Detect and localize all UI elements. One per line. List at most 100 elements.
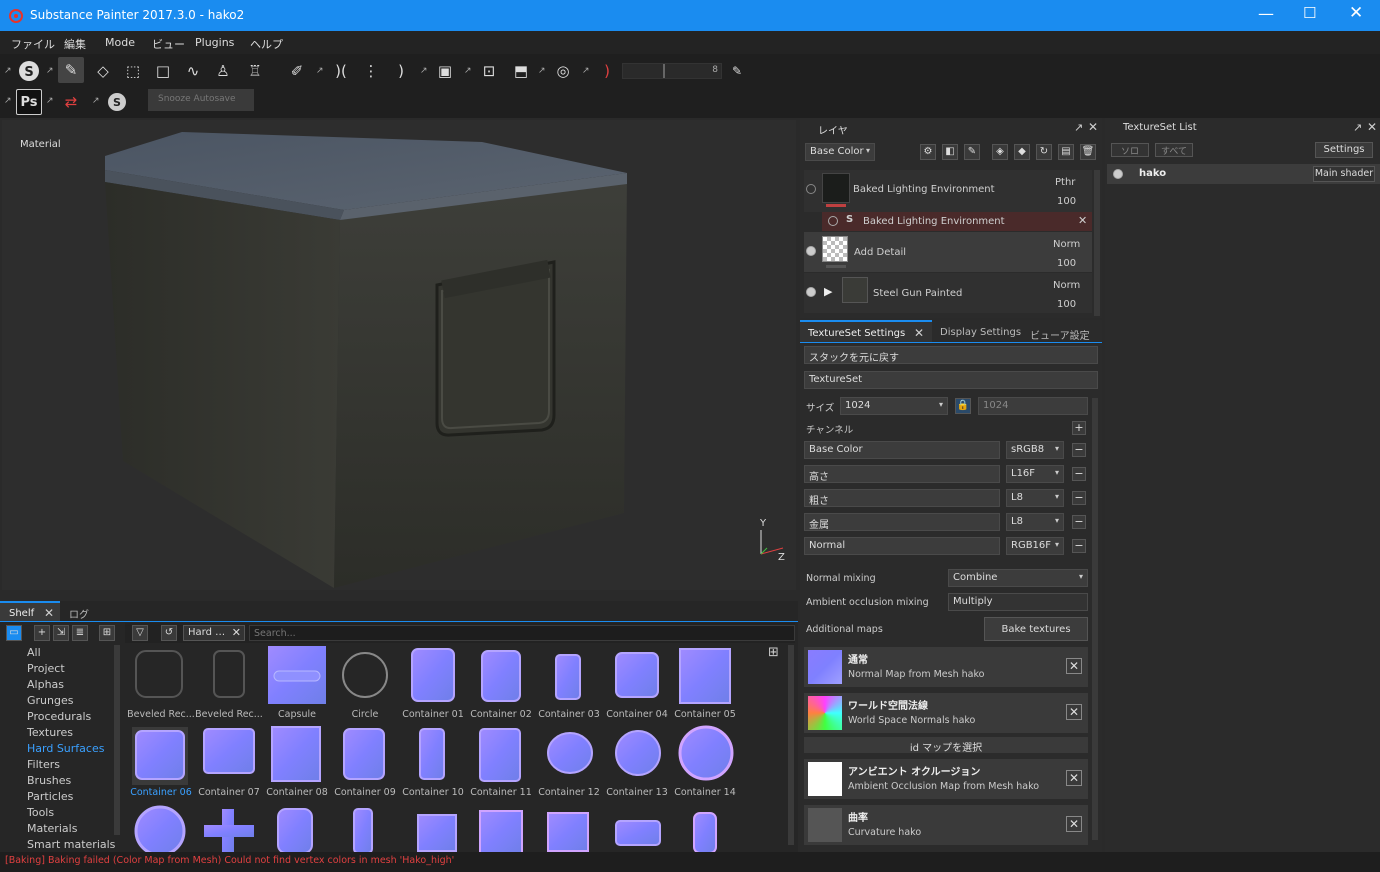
layer-opacity[interactable]: 100 bbox=[1057, 196, 1076, 207]
paint-brush-icon[interactable]: ✎ bbox=[58, 57, 84, 83]
detach-icon[interactable]: ↗ bbox=[316, 66, 326, 76]
shelf-category[interactable]: All bbox=[27, 646, 41, 659]
shelf-category-selected[interactable]: Hard Surfaces bbox=[27, 742, 104, 755]
channel-select[interactable]: Base Color bbox=[805, 143, 875, 161]
close-icon[interactable]: ✕ bbox=[1367, 120, 1377, 134]
solo-button[interactable]: ソロ bbox=[1111, 143, 1149, 157]
shelf-item-label[interactable]: Circle bbox=[330, 709, 400, 720]
remove-channel-icon[interactable]: − bbox=[1072, 443, 1086, 457]
close-icon[interactable]: ✕ bbox=[914, 326, 924, 340]
symmetry-axis-icon[interactable]: ⋮ bbox=[358, 58, 384, 84]
shelf-item-label[interactable]: Beveled Rec... bbox=[126, 709, 196, 720]
projection-icon[interactable]: ⬚ bbox=[120, 58, 146, 84]
category-scrollbar[interactable] bbox=[114, 645, 120, 835]
maximize-icon[interactable]: ☐ bbox=[1303, 4, 1316, 22]
settings-button[interactable]: Settings bbox=[1315, 142, 1373, 158]
filter-tag[interactable]: Hard … ✕ bbox=[183, 625, 245, 641]
menu-plugins[interactable]: Plugins bbox=[195, 36, 234, 49]
close-icon[interactable]: ✕ bbox=[1066, 658, 1082, 674]
menu-help[interactable]: ヘルプ bbox=[250, 36, 283, 52]
reset-filter-icon[interactable]: ↺ bbox=[161, 625, 177, 641]
shelf-item-label[interactable]: Container 03 bbox=[534, 709, 604, 720]
smudge-icon[interactable]: ∿ bbox=[180, 58, 206, 84]
channel-format-select[interactable]: sRGB8 bbox=[1006, 441, 1064, 459]
export-icon[interactable]: ⇄ bbox=[58, 89, 84, 115]
new-folder-icon[interactable]: + bbox=[34, 625, 50, 641]
folder-expand-icon[interactable]: ▶ bbox=[824, 285, 832, 298]
folder-icon[interactable]: ▭ bbox=[6, 625, 22, 641]
lock-icon[interactable]: 🔒 bbox=[955, 398, 971, 414]
menu-edit[interactable]: 編集 bbox=[64, 36, 86, 52]
map-card-world-normal[interactable]: ワールド空間法線 World Space Normals hako ✕ bbox=[804, 693, 1088, 733]
shelf-item-label[interactable]: Container 11 bbox=[466, 787, 536, 798]
add-effect-icon[interactable]: ⚙ bbox=[920, 144, 936, 160]
layer-blend[interactable]: Norm bbox=[1053, 239, 1080, 250]
close-icon[interactable]: ✕ bbox=[232, 626, 241, 639]
shelf-category[interactable]: Grunges bbox=[27, 694, 73, 707]
id-map-button[interactable]: id マップを選択 bbox=[804, 737, 1088, 754]
value-slider[interactable]: 8 bbox=[622, 63, 722, 79]
detach-icon[interactable]: ↗ bbox=[464, 66, 474, 76]
visibility-icon[interactable] bbox=[806, 246, 816, 256]
channel-format-select[interactable]: RGB16F bbox=[1006, 537, 1064, 555]
filter-icon[interactable]: ▽ bbox=[132, 625, 148, 641]
shelf-item-label[interactable]: Beveled Rec... bbox=[194, 709, 264, 720]
tab-textureset-settings[interactable]: TextureSet Settings ✕ bbox=[800, 320, 932, 342]
remove-channel-icon[interactable]: − bbox=[1072, 467, 1086, 481]
shelf-category[interactable]: Smart materials bbox=[27, 838, 115, 851]
close-icon[interactable]: ✕ bbox=[1066, 704, 1082, 720]
visibility-icon[interactable] bbox=[806, 184, 816, 194]
shelf-category[interactable]: Procedurals bbox=[27, 710, 91, 723]
channel-format-select[interactable]: L8 bbox=[1006, 489, 1064, 507]
detach-icon[interactable]: ↗ bbox=[46, 96, 56, 106]
remove-channel-icon[interactable]: − bbox=[1072, 539, 1086, 553]
close-icon[interactable]: ✕ bbox=[1349, 3, 1363, 23]
bake-textures-button[interactable]: Bake textures bbox=[984, 617, 1088, 641]
minimize-icon[interactable]: — bbox=[1258, 4, 1274, 23]
remove-channel-icon[interactable]: − bbox=[1072, 491, 1086, 505]
shelf-item-label[interactable]: Container 05 bbox=[670, 709, 740, 720]
menu-file[interactable]: ファイル bbox=[11, 36, 55, 52]
share-icon[interactable]: ) bbox=[594, 58, 620, 84]
shelf-item-label[interactable]: Container 10 bbox=[398, 787, 468, 798]
shelf-category[interactable]: Materials bbox=[27, 822, 77, 835]
list-icon[interactable]: ≣ bbox=[72, 625, 88, 641]
shelf-item-label-selected[interactable]: Container 06 bbox=[126, 787, 196, 798]
clone-icon[interactable]: ♙ bbox=[210, 58, 236, 84]
visibility-icon[interactable] bbox=[828, 216, 838, 226]
grid-view-icon[interactable]: ⊞ bbox=[768, 645, 784, 661]
polygon-fill-icon[interactable]: □ bbox=[150, 58, 176, 84]
layer-opacity[interactable]: 100 bbox=[1057, 299, 1076, 310]
remove-channel-icon[interactable]: − bbox=[1072, 515, 1086, 529]
channel-format-select[interactable]: L8 bbox=[1006, 513, 1064, 531]
shelf-item-label[interactable]: Container 08 bbox=[262, 787, 332, 798]
shelf-category[interactable]: Textures bbox=[27, 726, 73, 739]
tab-display-settings[interactable]: Display Settings bbox=[940, 327, 1021, 338]
screenshot-icon[interactable]: ◎ bbox=[550, 58, 576, 84]
substance-share-icon[interactable]: S bbox=[104, 89, 130, 115]
shelf-item-label[interactable]: Container 07 bbox=[194, 787, 264, 798]
normal-mixing-select[interactable]: Combine bbox=[948, 569, 1088, 587]
symmetry-mirror-icon[interactable]: ) bbox=[388, 58, 414, 84]
layer-opacity[interactable]: 100 bbox=[1057, 258, 1076, 269]
shelf-item-label[interactable]: Container 14 bbox=[670, 787, 740, 798]
camera-icon[interactable]: ⊡ bbox=[476, 58, 502, 84]
layer-blend[interactable]: Pthr bbox=[1055, 177, 1075, 188]
shelf-category[interactable]: Alphas bbox=[27, 678, 64, 691]
detach-icon[interactable]: ↗ bbox=[420, 66, 430, 76]
layers-scrollbar[interactable] bbox=[1094, 170, 1100, 316]
shelf-category[interactable]: Particles bbox=[27, 790, 73, 803]
shelf-category[interactable]: Filters bbox=[27, 758, 60, 771]
shader-select[interactable]: Main shader bbox=[1313, 166, 1375, 182]
import-icon[interactable]: ⇲ bbox=[53, 625, 69, 641]
pen-pressure-icon[interactable]: ✎ bbox=[724, 58, 750, 84]
smart-mask-icon[interactable]: ✎ bbox=[964, 144, 980, 160]
photoshop-icon[interactable]: Ps bbox=[16, 89, 42, 115]
undo-stack-button[interactable]: スタックを元に戻す bbox=[804, 346, 1098, 364]
substance-icon[interactable]: S bbox=[16, 58, 42, 84]
all-button[interactable]: すべて bbox=[1155, 143, 1193, 157]
cube-view-icon[interactable]: ▣ bbox=[432, 58, 458, 84]
shelf-search-input[interactable] bbox=[249, 625, 795, 641]
layer-row[interactable]: ▶ Steel Gun Painted Norm 100 bbox=[804, 273, 1092, 313]
refresh-icon[interactable]: ↻ bbox=[1036, 144, 1052, 160]
